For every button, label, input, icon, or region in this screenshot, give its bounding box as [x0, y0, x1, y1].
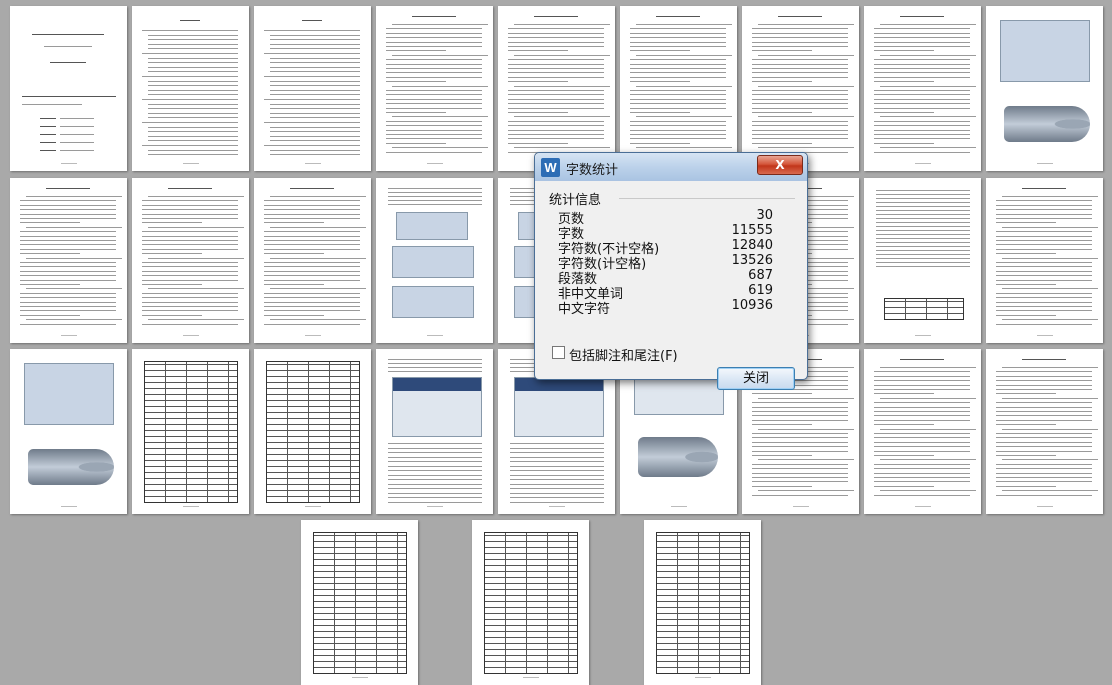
document-page-thumbnail[interactable] [986, 178, 1103, 343]
dialog-title: 字数统计 [566, 163, 619, 178]
document-page-thumbnail[interactable] [986, 6, 1103, 171]
wps-writer-icon: W [541, 158, 560, 177]
document-page-thumbnail[interactable] [254, 349, 371, 514]
stat-row-chars-no-spaces: 字符数(不计空格) 12840 [558, 238, 773, 257]
stat-label: 中文字符 [558, 302, 611, 317]
stat-value: 30 [756, 208, 773, 223]
stat-row-words: 字数 11555 [558, 223, 773, 242]
document-page-thumbnail[interactable] [742, 6, 859, 171]
document-page-thumbnail[interactable] [498, 6, 615, 171]
document-page-thumbnail[interactable] [864, 178, 981, 343]
document-page-thumbnail[interactable] [376, 349, 493, 514]
document-page-thumbnail[interactable] [254, 178, 371, 343]
stat-value: 12840 [731, 238, 773, 253]
document-page-thumbnail[interactable] [132, 6, 249, 171]
document-page-thumbnail[interactable] [132, 349, 249, 514]
document-page-thumbnail[interactable] [864, 349, 981, 514]
document-page-thumbnail[interactable] [986, 349, 1103, 514]
group-divider [619, 198, 795, 199]
stat-value: 10936 [731, 298, 773, 313]
document-page-thumbnail[interactable] [472, 520, 589, 685]
stats-group-label: 统计信息 [549, 193, 602, 208]
stat-value: 619 [748, 283, 773, 298]
word-count-dialog: W 字数统计 X 统计信息 页数 30 字数 11555 字符数(不计空格) 1… [534, 152, 808, 390]
stat-row-non-chinese-words: 非中文单词 619 [558, 283, 773, 302]
document-page-thumbnail[interactable] [376, 6, 493, 171]
document-page-thumbnail[interactable] [864, 6, 981, 171]
stat-row-paragraphs: 段落数 687 [558, 268, 773, 287]
document-page-thumbnail[interactable] [254, 6, 371, 171]
document-page-thumbnail[interactable] [10, 349, 127, 514]
include-footnotes-checkbox[interactable] [552, 346, 565, 359]
stat-value: 687 [748, 268, 773, 283]
document-page-thumbnail[interactable] [10, 178, 127, 343]
dialog-body: 统计信息 页数 30 字数 11555 字符数(不计空格) 12840 字符数(… [541, 181, 801, 390]
document-page-thumbnail[interactable] [132, 178, 249, 343]
document-page-thumbnail[interactable] [620, 6, 737, 171]
stat-value: 13526 [731, 253, 773, 268]
dialog-titlebar[interactable]: W 字数统计 X [535, 153, 807, 181]
close-button[interactable]: 关闭 [717, 367, 795, 390]
document-page-thumbnail[interactable] [301, 520, 418, 685]
include-footnotes-label: 包括脚注和尾注(F) [569, 349, 678, 364]
stat-row-chars-with-spaces: 字符数(计空格) 13526 [558, 253, 773, 272]
document-page-thumbnail[interactable] [644, 520, 761, 685]
stat-value: 11555 [731, 223, 773, 238]
document-page-thumbnail[interactable] [10, 6, 127, 171]
document-page-thumbnail[interactable] [376, 178, 493, 343]
stat-row-chinese-chars: 中文字符 10936 [558, 298, 773, 317]
stat-row-pages: 页数 30 [558, 208, 773, 227]
close-icon[interactable]: X [757, 155, 803, 175]
